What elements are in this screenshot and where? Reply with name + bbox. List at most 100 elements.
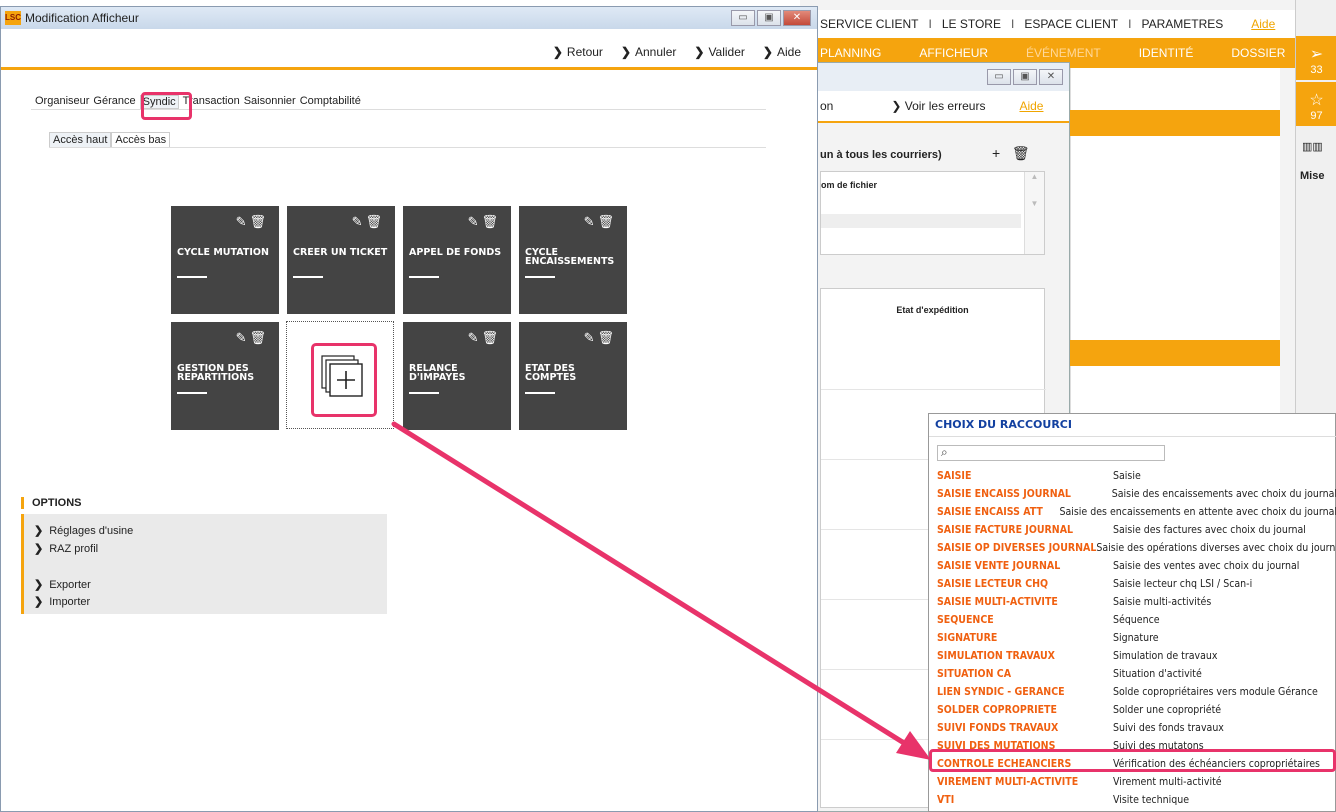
shortcut-code: SAISIE ENCAISS JOURNAL xyxy=(937,488,1071,500)
list-item[interactable]: SAISIE OP DIVERSES JOURNAL Saisie des opé… xyxy=(937,539,1336,557)
menu-afficheur[interactable]: AFFICHEUR xyxy=(919,46,988,60)
file-list-row[interactable] xyxy=(821,214,1021,228)
pencil-icon[interactable]: ✎ xyxy=(236,214,250,229)
pencil-icon[interactable]: ✎ xyxy=(584,214,598,229)
menu-evenement[interactable]: ÉVÉNEMENT xyxy=(1026,46,1101,60)
shortcut-desc: Visite technique xyxy=(1113,794,1190,806)
list-item[interactable]: VIREMENT MULTI-ACTIVITE Virement multi-ac… xyxy=(937,773,1336,791)
shortcut-code: SUIVI FONDS TRAVAUX xyxy=(937,722,1059,734)
minimize-button[interactable]: ▭ xyxy=(987,69,1011,85)
list-item[interactable]: SAISIE MULTI-ACTIVITE Saisie multi-activi… xyxy=(937,593,1336,611)
search-icon: ⌕ xyxy=(941,445,948,459)
trash-icon[interactable]: 🗑 xyxy=(365,214,385,229)
reglages-usine-button[interactable]: ❯ Réglages d'usine xyxy=(34,524,133,537)
shortcut-desc: Saisie des factures avec choix du journa… xyxy=(1113,524,1306,536)
reglages-usine-label: Réglages d'usine xyxy=(49,525,134,537)
list-item[interactable]: SOLDER COPROPRIETE Solder une copropriété xyxy=(937,701,1336,719)
pencil-icon[interactable]: ✎ xyxy=(352,214,366,229)
shipping-status-header: Etat d'expédition xyxy=(896,305,969,315)
file-list-scrollbar[interactable]: ▲ ▼ xyxy=(1024,172,1044,254)
shortcut-tile[interactable]: ✎🗑 ETAT DES COMPTES xyxy=(519,322,627,430)
nav-service-client[interactable]: SERVICE CLIENT xyxy=(820,17,918,31)
shortcut-tile[interactable]: ✎🗑 CREER UN TICKET xyxy=(287,206,395,314)
trash-icon[interactable]: 🗑 xyxy=(249,330,269,345)
shortcut-code: SAISIE LECTEUR CHQ xyxy=(937,578,1049,590)
tab-organiseur[interactable]: Organiseur xyxy=(35,95,89,109)
minimize-button[interactable]: ▭ xyxy=(731,10,755,26)
book-icon[interactable]: ▥▥ xyxy=(1302,140,1323,153)
nav-le-store[interactable]: LE STORE xyxy=(942,17,1001,31)
middle-section-actions: + 🗑 xyxy=(992,145,1030,162)
tab-comptabilite[interactable]: Comptabilité xyxy=(300,95,361,109)
pencil-icon[interactable]: ✎ xyxy=(468,214,482,229)
nav-espace-client[interactable]: ESPACE CLIENT xyxy=(1024,17,1118,31)
pencil-icon[interactable]: ✎ xyxy=(468,330,482,345)
raz-profil-button[interactable]: ❯ RAZ profil xyxy=(34,542,98,555)
shortcut-tile[interactable]: ✎🗑 CYCLE ENCAISSEMENTS xyxy=(519,206,627,314)
pencil-icon[interactable]: ✎ xyxy=(236,330,250,345)
shortcut-tile[interactable]: ✎🗑 APPEL DE FONDS xyxy=(403,206,511,314)
list-item[interactable]: VTI Visite technique xyxy=(937,791,1336,809)
sidebar-send-block[interactable]: ➢ 33 xyxy=(1296,36,1336,80)
nav-aide-link[interactable]: Aide xyxy=(1251,17,1275,31)
list-item[interactable]: SIMULATION TRAVAUX Simulation de travaux xyxy=(937,647,1336,665)
menu-dossier[interactable]: DOSSIER xyxy=(1231,46,1285,60)
tab-saisonnier[interactable]: Saisonnier xyxy=(244,95,296,109)
shortcut-desc: Saisie des encaissements en attente avec… xyxy=(1059,506,1336,518)
trash-icon[interactable]: 🗑 xyxy=(481,330,501,345)
trash-icon[interactable]: 🗑 xyxy=(249,214,269,229)
list-item[interactable]: SAISIE VENTE JOURNAL Saisie des ventes av… xyxy=(937,557,1336,575)
shortcut-code: SAISIE VENTE JOURNAL xyxy=(937,560,1061,572)
shortcut-desc: Saisie des opérations diverses avec choi… xyxy=(1096,542,1336,554)
close-button[interactable]: ✕ xyxy=(1039,69,1063,85)
sidebar-count: 97 xyxy=(1310,110,1323,122)
trash-icon[interactable]: 🗑 xyxy=(481,214,501,229)
sidebar-star-block[interactable]: ☆ 97 xyxy=(1296,82,1336,126)
list-item[interactable]: SAISIE Saisie xyxy=(937,467,1336,485)
trash-icon[interactable]: 🗑 xyxy=(1012,145,1030,161)
list-item[interactable]: SAISIE ENCAISS JOURNAL Saisie des encaiss… xyxy=(937,485,1336,503)
tab-acces-haut[interactable]: Accès haut xyxy=(49,132,112,148)
retour-button[interactable]: ❯ Retour xyxy=(553,45,603,59)
valider-button[interactable]: ❯ Valider xyxy=(694,45,745,59)
maximize-button[interactable]: ▣ xyxy=(1013,69,1037,85)
list-item[interactable]: SAISIE LECTEUR CHQ Saisie lecteur chq LSI… xyxy=(937,575,1336,593)
menu-identite[interactable]: IDENTITÉ xyxy=(1139,46,1194,60)
middle-toolbar-item[interactable]: on xyxy=(820,99,833,113)
tile-underline xyxy=(409,392,439,394)
list-item[interactable]: SEQUENCE Séquence xyxy=(937,611,1336,629)
shortcut-tile[interactable]: ✎🗑 GESTION DES REPARTITIONS xyxy=(171,322,279,430)
shortcut-tile[interactable]: ✎🗑 RELANCE D'IMPAYES xyxy=(403,322,511,430)
trash-icon[interactable]: 🗑 xyxy=(597,214,617,229)
exporter-button[interactable]: ❯ Exporter xyxy=(34,578,91,591)
list-item[interactable]: SUIVI FONDS TRAVAUX Suivi des fonds trava… xyxy=(937,719,1336,737)
trash-icon[interactable]: 🗑 xyxy=(597,330,617,345)
list-item[interactable]: SIGNATURE Signature xyxy=(937,629,1336,647)
tab-gerance[interactable]: Gérance xyxy=(93,95,135,109)
tab-acces-bas[interactable]: Accès bas xyxy=(111,132,171,148)
options-title: OPTIONS xyxy=(21,497,82,509)
add-icon[interactable]: + xyxy=(992,145,1000,161)
chevron-right-icon: ❯ xyxy=(620,45,631,59)
chevron-right-icon: ❯ xyxy=(34,596,44,608)
importer-button[interactable]: ❯ Importer xyxy=(34,595,90,608)
voir-erreurs-button[interactable]: ❯ Voir les erreurs xyxy=(891,99,985,113)
list-item[interactable]: LIEN SYNDIC - GERANCE Solde copropriétair… xyxy=(937,683,1336,701)
pencil-icon[interactable]: ✎ xyxy=(584,330,598,345)
aide-button[interactable]: ❯ Aide xyxy=(763,45,801,59)
middle-aide-link[interactable]: Aide xyxy=(1019,99,1043,113)
tile-underline xyxy=(409,276,439,278)
shortcut-code: SOLDER COPROPRIETE xyxy=(937,704,1057,716)
shortcut-desc: Situation d'activité xyxy=(1113,668,1202,680)
shortcut-tile[interactable]: ✎🗑 CYCLE MUTATION xyxy=(171,206,279,314)
list-item[interactable]: SAISIE FACTURE JOURNAL Saisie des facture… xyxy=(937,521,1336,539)
nav-parametres[interactable]: PARAMETRES xyxy=(1141,17,1223,31)
close-button[interactable]: ✕ xyxy=(783,10,811,26)
popup-search-input[interactable] xyxy=(937,445,1165,461)
menu-planning[interactable]: PLANNING xyxy=(820,46,881,60)
maximize-button[interactable]: ▣ xyxy=(757,10,781,26)
file-list[interactable]: om de fichier ▲ ▼ xyxy=(820,171,1045,255)
list-item[interactable]: SAISIE ENCAISS ATT Saisie des encaissemen… xyxy=(937,503,1336,521)
list-item[interactable]: SITUATION CA Situation d'activité xyxy=(937,665,1336,683)
annuler-button[interactable]: ❯ Annuler xyxy=(621,45,676,59)
